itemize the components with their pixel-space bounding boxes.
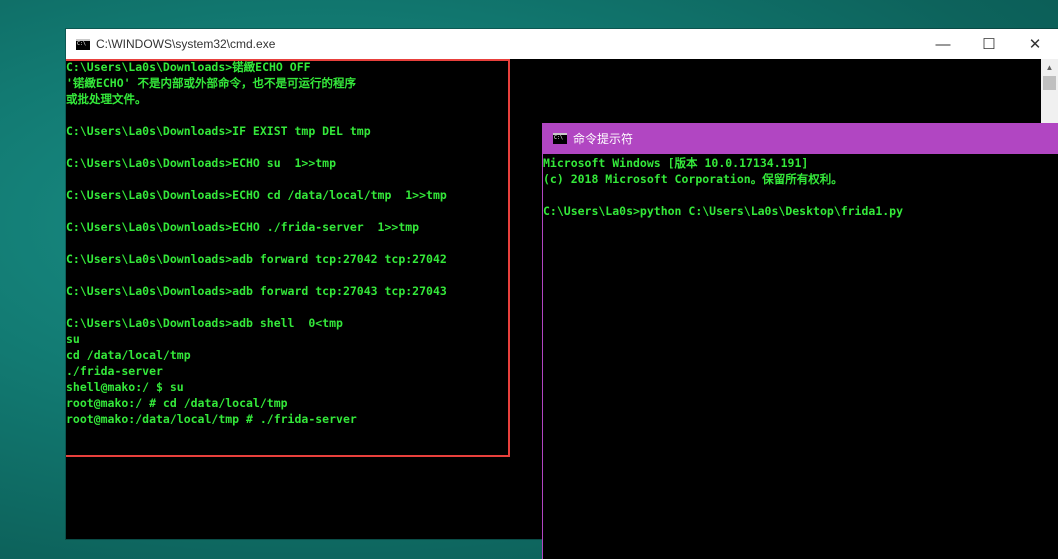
console-line: C:\Users\La0s\Downloads>ECHO cd /data/lo… xyxy=(66,188,447,202)
console-line: shell@mako:/ $ su xyxy=(66,380,184,394)
console-output[interactable]: C:\Users\La0s\Downloads>锘緻ECHO OFF '锘緻EC… xyxy=(66,59,526,539)
maximize-button[interactable]: ☐ xyxy=(966,29,1012,59)
console-line: Microsoft Windows [版本 10.0.17134.191] xyxy=(543,156,809,170)
cmd-icon xyxy=(553,133,567,144)
console-line: cd /data/local/tmp xyxy=(66,348,191,362)
console-line: C:\Users\La0s\Downloads>adb forward tcp:… xyxy=(66,252,447,266)
cmd-window-foreground[interactable]: 命令提示符 Microsoft Windows [版本 10.0.17134.1… xyxy=(542,123,1058,559)
console-line: C:\Users\La0s\Downloads>adb forward tcp:… xyxy=(66,284,447,298)
console-line: C:\Users\La0s\Downloads>ECHO su 1>>tmp xyxy=(66,156,337,170)
console-line: C:\Users\La0s>python C:\Users\La0s\Deskt… xyxy=(543,204,904,218)
console-line: root@mako:/data/local/tmp # ./frida-serv… xyxy=(66,412,357,426)
window-title: C:\WINDOWS\system32\cmd.exe xyxy=(96,37,276,51)
console-line: C:\Users\La0s\Downloads>锘緻ECHO OFF xyxy=(66,60,311,74)
console-line: ./frida-server xyxy=(66,364,163,378)
window-controls: — ☐ ✕ xyxy=(920,29,1058,59)
console-line: C:\Users\La0s\Downloads>adb shell 0<tmp xyxy=(66,316,343,330)
console-line: 或批处理文件。 xyxy=(66,92,147,106)
scrollbar-thumb[interactable] xyxy=(1043,76,1056,90)
cmd-icon xyxy=(76,38,90,50)
window-title: 命令提示符 xyxy=(573,132,634,146)
console-line: C:\Users\La0s\Downloads>ECHO ./frida-ser… xyxy=(66,220,420,234)
scroll-up-arrow-icon[interactable]: ▲ xyxy=(1041,59,1058,76)
console-line: C:\Users\La0s\Downloads>IF EXIST tmp DEL… xyxy=(66,124,371,138)
window-titlebar[interactable]: C:\WINDOWS\system32\cmd.exe — ☐ ✕ xyxy=(66,29,1058,59)
close-button[interactable]: ✕ xyxy=(1012,29,1058,59)
console-output[interactable]: Microsoft Windows [版本 10.0.17134.191] (c… xyxy=(543,154,1058,219)
console-line: (c) 2018 Microsoft Corporation。保留所有权利。 xyxy=(543,172,843,186)
console-line: root@mako:/ # cd /data/local/tmp xyxy=(66,396,288,410)
console-line: su xyxy=(66,332,80,346)
window-titlebar[interactable]: 命令提示符 xyxy=(543,123,1058,154)
minimize-button[interactable]: — xyxy=(920,29,966,59)
console-line: '锘緻ECHO' 不是内部或外部命令，也不是可运行的程序 xyxy=(66,76,356,90)
